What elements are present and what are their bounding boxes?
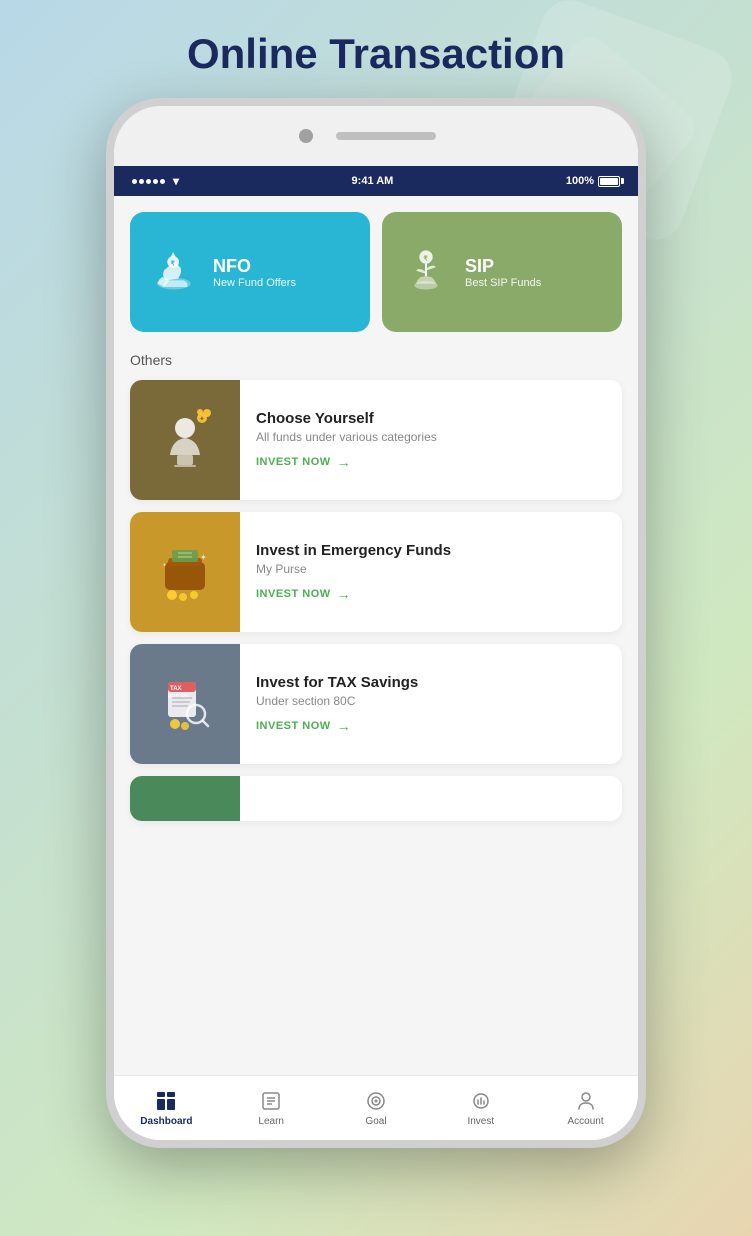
nfo-subtitle: New Fund Offers [213,277,296,289]
tax-savings-subtitle: Under section 80C [256,694,606,708]
arrow-right-icon: → [337,586,352,602]
tax-savings-title: Invest for TAX Savings [256,674,606,691]
battery-percent: 100% [566,175,594,187]
signal-dots [132,179,165,184]
sip-card-text: SIP Best SIP Funds [465,256,541,289]
emergency-funds-title: Invest in Emergency Funds [256,542,606,559]
svg-text:✦: ✦ [199,415,205,423]
sip-card-icon: ₹ [398,245,453,300]
nfo-card-text: NFO New Fund Offers [213,256,296,289]
nfo-card-icon: ₹ [146,245,201,300]
account-icon [574,1089,598,1113]
battery-fill [600,178,618,185]
svg-text:✦: ✦ [162,562,167,569]
dashboard-icon [154,1089,178,1113]
phone-camera [299,129,313,143]
sip-card[interactable]: ₹ SIP Best SIP Funds [382,212,622,332]
arrow-right-icon: → [337,454,352,470]
nfo-title: NFO [213,256,296,277]
choose-yourself-subtitle: All funds under various categories [256,430,606,444]
svg-text:✦: ✦ [200,553,207,562]
svg-text:₹: ₹ [170,259,175,267]
battery-icon [598,176,620,187]
screen: ₹ NFO New Fund Offers [114,196,638,1140]
signal-dot [139,179,144,184]
wifi-icon: ▾ [173,174,179,188]
arrow-right-icon: → [337,718,352,734]
partial-item [130,776,622,821]
phone-frame: ▾ 9:41 AM 100% [106,98,646,1148]
nav-dashboard[interactable]: Dashboard [114,1089,219,1127]
nav-invest-label: Invest [467,1116,494,1127]
nav-invest[interactable]: Invest [428,1089,533,1127]
phone-top [114,106,638,166]
nav-account[interactable]: Account [533,1089,638,1127]
nav-goal[interactable]: Goal [324,1089,429,1127]
bottom-nav: Dashboard Learn Goal [114,1075,638,1140]
nav-dashboard-label: Dashboard [140,1116,192,1127]
partial-item-icon [130,776,240,821]
partial-item-content [240,785,622,813]
goal-icon [364,1089,388,1113]
nav-learn-label: Learn [258,1116,284,1127]
status-bar: ▾ 9:41 AM 100% [114,166,638,196]
emergency-funds-subtitle: My Purse [256,562,606,576]
signal-dot [146,179,151,184]
emergency-funds-item[interactable]: ✦ ✦ Invest in Emergency Funds My Purse I… [130,512,622,632]
signal-dot [160,179,165,184]
choose-yourself-title: Choose Yourself [256,410,606,427]
choose-yourself-content: Choose Yourself All funds under various … [240,396,622,484]
tax-icon: TAX RETURN [130,644,240,764]
tax-savings-invest-btn[interactable]: INVEST NOW → [256,718,351,734]
status-right: 100% [566,175,620,187]
nfo-card[interactable]: ₹ NFO New Fund Offers [130,212,370,332]
invest-icon [469,1089,493,1113]
nav-goal-label: Goal [365,1116,386,1127]
learn-icon [259,1089,283,1113]
emergency-funds-invest-btn[interactable]: INVEST NOW → [256,586,351,602]
signal-dot [132,179,137,184]
top-cards-row: ₹ NFO New Fund Offers [130,212,622,332]
screen-content: ₹ NFO New Fund Offers [114,196,638,903]
phone-speaker [336,132,436,140]
signal-dot [153,179,158,184]
nav-learn[interactable]: Learn [219,1089,324,1127]
nav-account-label: Account [568,1116,604,1127]
emergency-icon: ✦ ✦ [130,512,240,632]
tax-savings-content: Invest for TAX Savings Under section 80C… [240,660,622,748]
choose-yourself-item[interactable]: ✦ Choose Yourself All funds under variou… [130,380,622,500]
sip-title: SIP [465,256,541,277]
svg-text:TAX: TAX [170,686,182,692]
tax-savings-item[interactable]: TAX RETURN Invest for TAX Saving [130,644,622,764]
others-label: Others [130,352,622,368]
choose-yourself-invest-btn[interactable]: INVEST NOW → [256,454,351,470]
page-title: Online Transaction [187,30,565,78]
emergency-funds-content: Invest in Emergency Funds My Purse INVES… [240,528,622,616]
sip-subtitle: Best SIP Funds [465,277,541,289]
status-time: 9:41 AM [352,175,394,187]
choose-icon: ✦ [130,380,240,500]
svg-text:RETURN: RETURN [168,694,189,700]
svg-text:₹: ₹ [423,254,428,262]
status-left: ▾ [132,174,179,188]
